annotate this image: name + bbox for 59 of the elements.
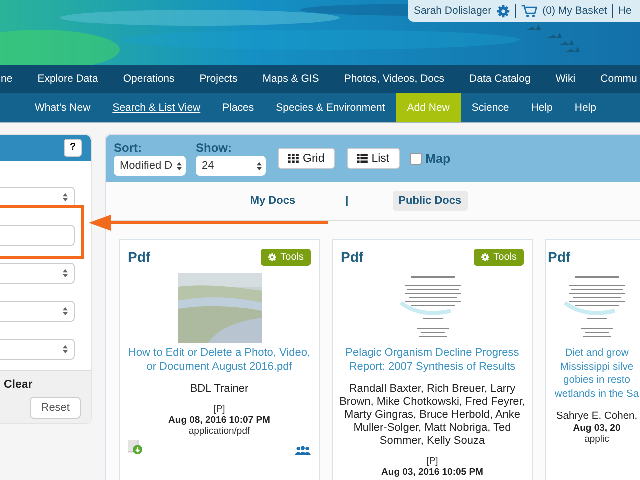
nav-link[interactable]: Wiki <box>556 73 576 85</box>
nav-link[interactable]: Maps & GIS <box>262 73 320 85</box>
file-type-label: Pdf <box>548 249 571 265</box>
sub-nav-link[interactable]: Places <box>212 93 266 122</box>
nav-link[interactable]: Projects <box>200 73 238 85</box>
docs-tab[interactable]: Public Docs <box>392 191 468 211</box>
sub-nav-link[interactable]: What's New <box>24 93 102 122</box>
map-label: Map <box>426 152 451 166</box>
date-text: Aug 08, 2016 10:07 PM <box>168 415 270 426</box>
sub-nav-link[interactable]: Species & Environment <box>265 93 396 122</box>
up-down-arrows-icon <box>177 162 182 170</box>
up-down-arrows-icon <box>63 344 68 354</box>
sort-label: Sort: <box>114 141 143 155</box>
reset-button[interactable]: Reset <box>30 396 81 419</box>
author-list: BDL Trainer <box>190 383 249 396</box>
grid-icon <box>288 154 299 163</box>
basket-link[interactable]: (0) My Basket <box>542 5 608 17</box>
up-down-arrows-icon <box>257 162 262 170</box>
list-icon <box>356 154 368 163</box>
list-button[interactable]: List <box>346 148 400 169</box>
up-down-arrows-icon <box>63 268 68 278</box>
mime-type-text: applic <box>584 434 610 445</box>
nav-link[interactable]: ne <box>1 73 13 85</box>
people-icon[interactable] <box>295 446 311 455</box>
nav-link[interactable]: Explore Data <box>38 73 98 85</box>
nav-link[interactable]: Commu <box>600 73 638 85</box>
file-type-label: Pdf <box>341 249 364 265</box>
author-list: Randall Baxter, Rich Breuer, Larry Brown, Mike Chotkowski, Fred Feyrer, Marty Gingras, Bruce Herbold, Anke Muller-Solger, Matt Nobriga, Ted Sommer, Kelly Souza <box>340 383 526 448</box>
sub-nav-link[interactable]: Help <box>520 93 564 122</box>
cart-icon[interactable] <box>520 4 538 18</box>
gear-icon <box>480 252 490 262</box>
show-label: Show: <box>196 141 233 155</box>
sub-nav-link[interactable]: Science <box>460 93 520 122</box>
up-down-arrows-icon <box>63 306 68 316</box>
clear-link[interactable]: Clear <box>4 378 33 391</box>
nav-link[interactable]: Photos, Videos, Docs <box>344 73 445 85</box>
sub-nav-link[interactable]: Help <box>564 93 608 122</box>
settings-icon[interactable] <box>496 4 510 18</box>
nav-link[interactable]: Operations <box>123 73 175 85</box>
access-label: [P] <box>426 456 438 467</box>
tab-separator: | <box>346 195 349 207</box>
date-text: Aug 03, 2016 10:05 PM <box>382 467 484 478</box>
show-select[interactable]: 24 <box>196 156 266 176</box>
access-label: [P] <box>214 404 226 415</box>
grid-button[interactable]: Grid <box>278 148 335 169</box>
cut-off-link[interactable]: He <box>618 5 632 17</box>
gear-icon <box>268 252 277 262</box>
download-icon[interactable] <box>128 440 143 455</box>
date-text: Aug 03, 20 <box>573 423 621 434</box>
docs-tab[interactable]: My Docs <box>244 191 302 211</box>
sub-nav-link[interactable]: Search & List View <box>102 93 212 122</box>
nav-link[interactable]: Data Catalog <box>470 73 531 85</box>
sort-select[interactable]: Modified D <box>114 156 186 176</box>
help-button[interactable]: ? <box>64 138 82 157</box>
author-list: Sahrye E. Cohen, <box>556 410 638 423</box>
mime-type-text: application/pdf <box>188 426 250 437</box>
up-down-arrows-icon <box>63 192 68 202</box>
file-type-label: Pdf <box>128 249 151 265</box>
map-checkbox[interactable] <box>410 152 422 164</box>
